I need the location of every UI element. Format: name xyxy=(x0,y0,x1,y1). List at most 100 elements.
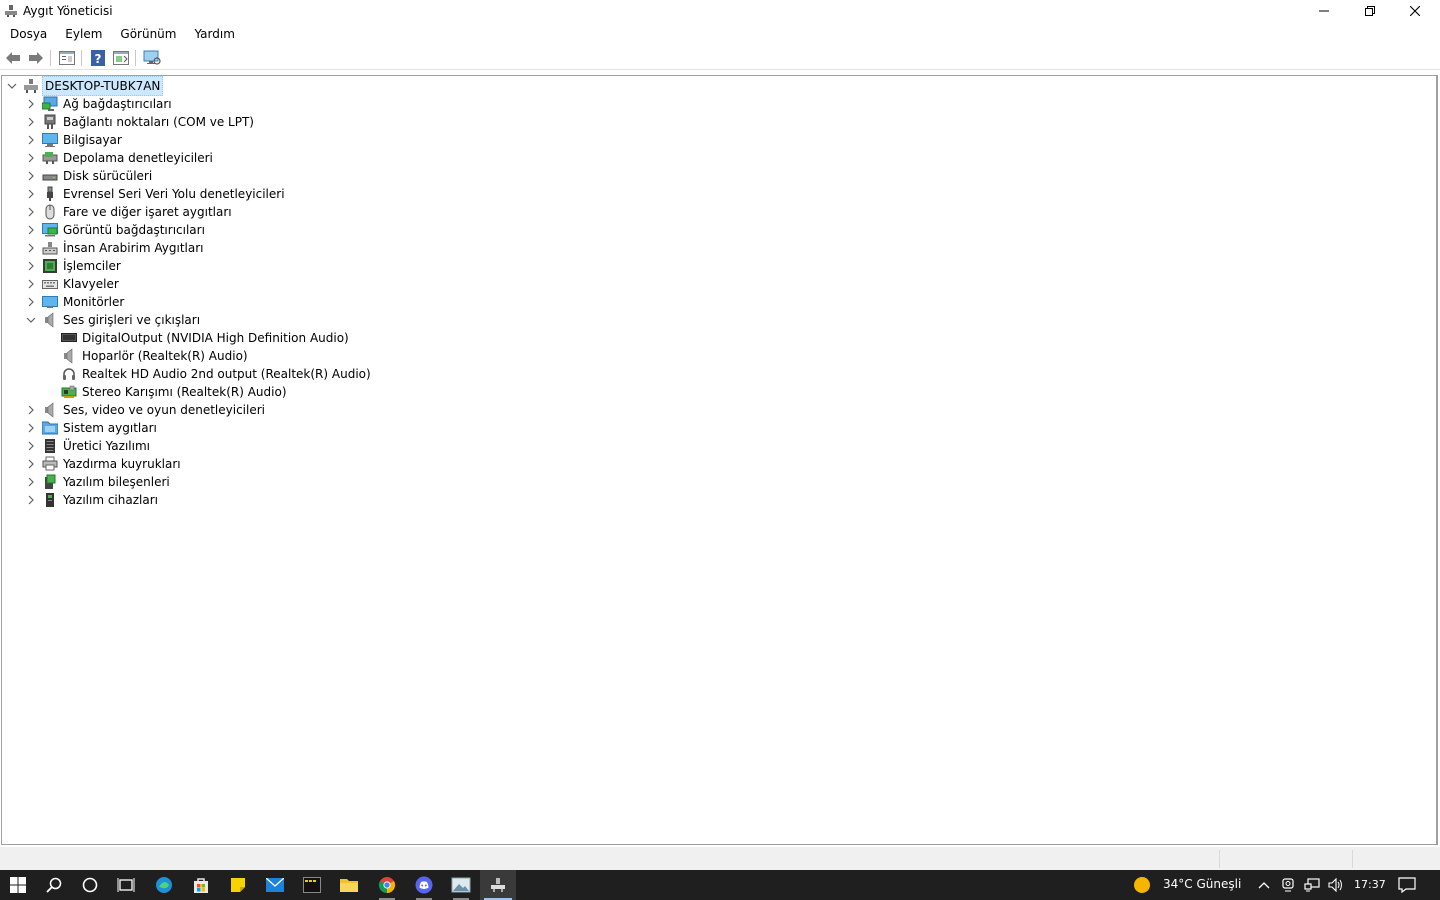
title-bar[interactable]: Aygıt Yöneticisi xyxy=(0,0,1440,23)
update-driver-button[interactable] xyxy=(112,49,130,67)
tree-category[interactable]: Evrensel Seri Veri Yolu denetleyicileri xyxy=(25,185,287,203)
restore-button[interactable] xyxy=(1347,0,1393,22)
tree-category[interactable]: Monitörler xyxy=(25,293,126,311)
expand-toggle[interactable] xyxy=(25,311,37,329)
properties-button[interactable] xyxy=(58,49,76,67)
software-device-icon xyxy=(42,492,58,508)
scan-hardware-button[interactable] xyxy=(143,49,161,67)
keyboard-icon xyxy=(42,276,58,292)
tree-category[interactable]: Depolama denetleyicileri xyxy=(25,149,215,167)
menu-gorunum[interactable]: Görünüm xyxy=(110,24,184,44)
tree-device[interactable]: DigitalOutput (NVIDIA High Definition Au… xyxy=(44,329,351,347)
terminal-button[interactable] xyxy=(294,870,330,900)
tree-category[interactable]: İnsan Arabirim Aygıtları xyxy=(25,239,206,257)
start-button[interactable] xyxy=(0,870,36,900)
show-hidden-icons-button[interactable] xyxy=(1252,870,1276,900)
toggle-spacer xyxy=(44,365,56,383)
expand-toggle[interactable] xyxy=(25,95,37,113)
store-button[interactable] xyxy=(183,870,219,900)
action-center-button[interactable] xyxy=(1390,870,1424,900)
tree-category[interactable]: Görüntü bağdaştırıcıları xyxy=(25,221,207,239)
expand-toggle[interactable] xyxy=(25,113,37,131)
expand-toggle[interactable] xyxy=(25,167,37,185)
expand-toggle[interactable] xyxy=(25,491,37,509)
help-button[interactable]: ? xyxy=(89,49,107,67)
cortana-button[interactable] xyxy=(72,870,108,900)
minimize-button[interactable] xyxy=(1301,0,1347,22)
chrome-button[interactable] xyxy=(369,870,405,900)
expand-toggle[interactable] xyxy=(25,473,37,491)
discord-button[interactable] xyxy=(406,870,442,900)
expand-toggle[interactable] xyxy=(25,401,37,419)
menu-yardim[interactable]: Yardım xyxy=(184,24,242,44)
tree-node-label: Disk sürücüleri xyxy=(63,169,153,183)
firmware-icon xyxy=(42,438,58,454)
store-icon xyxy=(194,878,208,893)
file-explorer-button[interactable] xyxy=(331,870,367,900)
expand-toggle[interactable] xyxy=(25,149,37,167)
tree-category[interactable]: Sistem aygıtları xyxy=(25,419,159,437)
sun-icon xyxy=(1134,877,1150,893)
close-button[interactable] xyxy=(1392,0,1438,22)
tree-node-label: Evrensel Seri Veri Yolu denetleyicileri xyxy=(63,187,285,201)
tree-category[interactable]: Bağlantı noktaları (COM ve LPT) xyxy=(25,113,256,131)
chevron-right-icon xyxy=(28,261,34,271)
expand-toggle[interactable] xyxy=(25,131,37,149)
search-button[interactable] xyxy=(36,870,72,900)
tree-category[interactable]: Ses, video ve oyun denetleyicileri xyxy=(25,401,267,419)
expand-toggle[interactable] xyxy=(25,455,37,473)
tree-category[interactable]: Ağ bağdaştırıcıları xyxy=(25,95,174,113)
expand-toggle[interactable] xyxy=(25,221,37,239)
tree-category[interactable]: Fare ve diğer işaret aygıtları xyxy=(25,203,234,221)
tree-category[interactable]: Disk sürücüleri xyxy=(25,167,154,185)
toolbar-separator xyxy=(135,50,136,66)
mail-button[interactable] xyxy=(257,870,293,900)
tree-category[interactable]: Yazılım bileşenleri xyxy=(25,473,172,491)
expand-toggle[interactable] xyxy=(25,257,37,275)
tree-category[interactable]: Ses girişleri ve çıkışları xyxy=(25,311,202,329)
chevron-right-icon xyxy=(28,225,34,235)
expand-toggle[interactable] xyxy=(25,419,37,437)
expand-toggle[interactable] xyxy=(25,437,37,455)
back-button[interactable] xyxy=(4,49,22,67)
tree-category[interactable]: Bilgisayar xyxy=(25,131,124,149)
expand-toggle[interactable] xyxy=(25,275,37,293)
sticky-notes-button[interactable] xyxy=(220,870,256,900)
menu-dosya[interactable]: Dosya xyxy=(0,24,55,44)
tree-device[interactable]: Realtek HD Audio 2nd output (Realtek(R) … xyxy=(44,365,373,383)
expand-toggle[interactable] xyxy=(25,293,37,311)
task-view-button[interactable] xyxy=(108,870,144,900)
network-tray-button[interactable] xyxy=(1300,870,1324,900)
tree-device[interactable]: Stereo Karışımı (Realtek(R) Audio) xyxy=(44,383,289,401)
expand-toggle[interactable] xyxy=(25,185,37,203)
sound-card-icon xyxy=(61,384,77,400)
disk-drive-icon xyxy=(42,168,58,184)
photos-button[interactable] xyxy=(443,870,479,900)
weather-button[interactable] xyxy=(1126,870,1158,900)
expand-toggle[interactable] xyxy=(25,203,37,221)
expand-toggle[interactable] xyxy=(6,77,18,95)
weather-text[interactable]: 34°C Güneşli xyxy=(1163,877,1241,891)
software-component-icon xyxy=(42,474,58,490)
device-manager-taskbar-button[interactable] xyxy=(480,870,516,900)
expand-toggle[interactable] xyxy=(25,239,37,257)
tree-root[interactable]: DESKTOP-TUBK7AN xyxy=(6,76,164,96)
device-tree[interactable]: DESKTOP-TUBK7AN Ağ bağdaştırıcıları Bağlan… xyxy=(1,75,1438,845)
edge-button[interactable] xyxy=(146,870,182,900)
tree-category[interactable]: Klavyeler xyxy=(25,275,121,293)
volume-tray-button[interactable] xyxy=(1325,870,1347,900)
tree-device[interactable]: Hoparlör (Realtek(R) Audio) xyxy=(44,347,250,365)
tree-node-label: Ağ bağdaştırıcıları xyxy=(63,97,172,111)
tree-category[interactable]: Yazdırma kuyrukları xyxy=(25,455,183,473)
system-devices-icon xyxy=(42,420,58,436)
tree-category[interactable]: Üretici Yazılımı xyxy=(25,437,152,455)
tree-category[interactable]: Yazılım cihazları xyxy=(25,491,160,509)
forward-arrow-icon xyxy=(29,52,43,64)
menu-eylem[interactable]: Eylem xyxy=(55,24,110,44)
device-tray-button[interactable] xyxy=(1277,870,1299,900)
tree-category[interactable]: İşlemciler xyxy=(25,257,123,275)
clock-time[interactable]: 17:37 xyxy=(1354,878,1386,891)
monitor-icon xyxy=(42,294,58,310)
processor-icon xyxy=(42,258,58,274)
forward-button[interactable] xyxy=(27,49,45,67)
